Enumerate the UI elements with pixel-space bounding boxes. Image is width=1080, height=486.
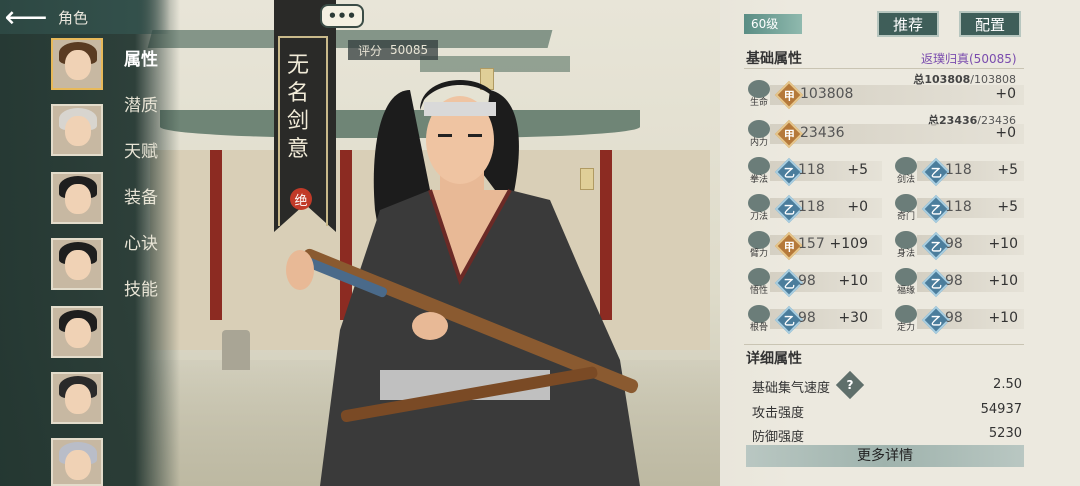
- menu-mind-arts[interactable]: 心诀: [124, 229, 158, 254]
- stat-value: 98: [945, 236, 963, 252]
- help-icon[interactable]: ?: [835, 370, 865, 400]
- rank-seal: 绝: [290, 188, 312, 210]
- avatar-3[interactable]: [51, 172, 103, 224]
- avatar-4[interactable]: [51, 238, 103, 290]
- divider: [744, 344, 1024, 345]
- stat-icon: 拳法: [746, 157, 772, 187]
- stat-bonus: +10: [988, 273, 1018, 289]
- stat-icon: 福缘: [893, 268, 919, 298]
- stat-icon: 身法: [893, 231, 919, 261]
- stat-value: 98: [798, 310, 816, 326]
- menu-skills[interactable]: 技能: [124, 275, 158, 300]
- menu-attributes[interactable]: 属性: [124, 45, 158, 70]
- avatar-5[interactable]: [51, 306, 103, 358]
- level-badge: 60级: [744, 14, 802, 34]
- avatar-1[interactable]: [51, 38, 103, 90]
- avatar-2[interactable]: [51, 104, 103, 156]
- stat-icon: 臂力: [746, 231, 772, 261]
- stat-icon: 根骨: [746, 305, 772, 335]
- stat-bonus: +5: [997, 162, 1018, 178]
- hp-value: 103808: [800, 86, 854, 102]
- mp-bonus: +0: [995, 125, 1016, 141]
- detail-attributes-title: 详细属性: [746, 351, 802, 367]
- back-arrow-icon[interactable]: ⟵: [0, 0, 52, 35]
- divider: [744, 68, 1024, 69]
- config-button[interactable]: 配置: [959, 11, 1021, 37]
- stat-icon: 奇门: [893, 194, 919, 224]
- basic-attributes-title: 基础属性: [746, 51, 802, 67]
- more-details-button[interactable]: 更多详情: [746, 445, 1024, 467]
- banner-name: 无名剑意: [287, 53, 310, 162]
- stat-bonus: +5: [847, 162, 868, 178]
- mp-value: 23436: [800, 125, 845, 141]
- stat-value: 98: [945, 273, 963, 289]
- stat-bonus: +10: [988, 236, 1018, 252]
- pillar: [210, 150, 222, 320]
- hp-bonus: +0: [995, 86, 1016, 102]
- top-bar: ⟵ 角色: [0, 0, 170, 35]
- score-label: 评分: [358, 43, 383, 58]
- menu-potential[interactable]: 潜质: [124, 91, 158, 116]
- chat-bubble-button[interactable]: •••: [320, 4, 364, 28]
- stat-bonus: +0: [847, 199, 868, 215]
- recommend-button[interactable]: 推荐: [877, 11, 939, 37]
- stat-bonus: +10: [838, 273, 868, 289]
- stat-bonus: +10: [988, 310, 1018, 326]
- menu-talent[interactable]: 天赋: [124, 137, 158, 162]
- stat-bonus: +5: [997, 199, 1018, 215]
- detail-row: 攻击强度 54937: [752, 402, 1022, 421]
- avatar-6[interactable]: [51, 372, 103, 424]
- score-box: 评分 50085: [348, 40, 439, 60]
- detail-row: 防御强度 5230: [752, 426, 1022, 445]
- stat-icon: 刀法: [746, 194, 772, 224]
- hp-icon: 生命: [746, 80, 772, 110]
- page-title: 角色: [58, 8, 89, 27]
- mp-icon: 内力: [746, 120, 772, 150]
- stat-icon: 定力: [893, 305, 919, 335]
- stat-icon: 悟性: [746, 268, 772, 298]
- stat-icon: 剑法: [893, 157, 919, 187]
- score-value: 50085: [390, 43, 429, 57]
- stat-bonus: +30: [838, 310, 868, 326]
- stone-lantern: [222, 330, 250, 370]
- stat-value: 98: [945, 310, 963, 326]
- avatar-7[interactable]: [51, 438, 103, 486]
- menu-equipment[interactable]: 装备: [124, 183, 158, 208]
- detail-row: 基础集气速度 2.50: [752, 377, 1022, 396]
- realm-label: 返璞归真(50085): [921, 52, 1017, 66]
- stat-value: 98: [798, 273, 816, 289]
- stat-bonus: +109: [829, 236, 868, 252]
